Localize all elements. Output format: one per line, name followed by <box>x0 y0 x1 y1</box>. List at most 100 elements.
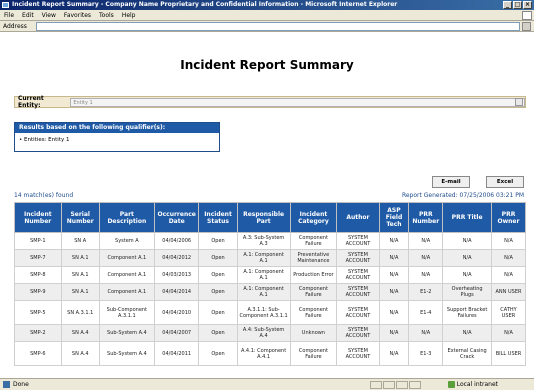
current-entity-row: Current Entity: Entity 1 <box>14 95 526 109</box>
close-button[interactable]: × <box>523 1 532 9</box>
cell-prr-owner: N/A <box>491 249 526 267</box>
cell-occurrence-date: 04/04/2014 <box>153 283 200 301</box>
table-row: SMP-9 SN A.1 Component A.1 04/04/2014 Op… <box>14 283 526 301</box>
col-author[interactable]: Author <box>336 202 380 233</box>
cell-responsible-part: A.1: Component A.1 <box>236 249 291 267</box>
cell-asp-field-tech: N/A <box>378 232 410 250</box>
cell-incident-status: Open <box>198 249 238 267</box>
cell-prr-number: N/A <box>408 266 444 284</box>
address-input[interactable] <box>36 22 520 31</box>
page-done-icon <box>3 381 10 388</box>
cell-incident-number[interactable]: SMP-2 <box>14 324 62 342</box>
cell-part-description: Sub-System A.4 <box>98 324 155 342</box>
table-header-row: Incident Number Serial Number Part Descr… <box>14 202 526 233</box>
qualifier-item-text: Entities: Entity 1 <box>24 137 70 143</box>
qualifier-item: • Entities: Entity 1 <box>19 137 70 143</box>
cell-prr-title: N/A <box>442 232 492 250</box>
cell-incident-status: Open <box>198 283 238 301</box>
status-text: Done <box>13 381 29 388</box>
cell-serial-number: SN A.1 <box>60 283 100 301</box>
cell-prr-title: N/A <box>442 266 492 284</box>
cell-asp-field-tech: N/A <box>378 324 410 342</box>
cell-prr-owner: N/A <box>491 232 526 250</box>
col-occurrence-date[interactable]: Occurrence Date <box>153 202 200 233</box>
cell-incident-number[interactable]: SMP-1 <box>14 232 62 250</box>
cell-incident-number[interactable]: SMP-9 <box>14 283 62 301</box>
cell-asp-field-tech: N/A <box>378 341 410 366</box>
cell-serial-number: SN A.1 <box>60 249 100 267</box>
col-incident-number[interactable]: Incident Number <box>14 202 62 233</box>
cell-part-description: Sub-System A.4 <box>98 341 155 366</box>
email-button[interactable]: E-mail <box>432 176 470 188</box>
cell-responsible-part: A.3: Sub-System A.3 <box>236 232 291 250</box>
report-generated: Report Generated: 07/25/2006 03:21 PM <box>401 192 524 199</box>
col-incident-status[interactable]: Incident Status <box>198 202 238 233</box>
cell-responsible-part: A.4: Sub-System A.4 <box>236 324 291 342</box>
cell-author: SYSTEM ACCOUNT <box>336 300 380 325</box>
excel-button[interactable]: Excel <box>486 176 524 188</box>
col-prr-title[interactable]: PRR Title <box>442 202 492 233</box>
menu-favorites[interactable]: Favorites <box>64 12 91 19</box>
col-asp-field-tech[interactable]: ASP Field Tech <box>378 202 410 233</box>
menu-help[interactable]: Help <box>122 12 136 19</box>
col-responsible-part[interactable]: Responsible Part <box>236 202 291 233</box>
cell-prr-title: N/A <box>442 249 492 267</box>
menu-edit[interactable]: Edit <box>22 12 34 19</box>
cell-responsible-part: A.1: Component A.1 <box>236 283 291 301</box>
menu-bar: File Edit View Favorites Tools Help <box>0 10 534 21</box>
cell-incident-category: Component Failure <box>289 300 338 325</box>
page-viewport: Incident Report Summary Current Entity: … <box>0 32 534 378</box>
cell-incident-category: Component Failure <box>289 283 338 301</box>
cell-prr-owner: BILL USER <box>491 341 526 366</box>
cell-prr-owner: CATHY USER <box>491 300 526 325</box>
entity-scroll-icon[interactable] <box>515 98 523 106</box>
col-incident-category[interactable]: Incident Category <box>289 202 338 233</box>
menu-view[interactable]: View <box>42 12 56 19</box>
cell-incident-number[interactable]: SMP-5 <box>14 300 62 325</box>
cell-prr-number[interactable]: E1-3 <box>408 341 444 366</box>
cell-incident-number[interactable]: SMP-7 <box>14 249 62 267</box>
cell-incident-category: Unknown <box>289 324 338 342</box>
cell-prr-title: N/A <box>442 324 492 342</box>
cell-occurrence-date: 04/04/2006 <box>153 232 200 250</box>
menu-tools[interactable]: Tools <box>99 12 114 19</box>
minimize-button[interactable]: _ <box>503 1 512 9</box>
menu-file[interactable]: File <box>4 12 14 19</box>
window-controls: _ □ × <box>503 1 532 9</box>
current-entity-field[interactable]: Entity 1 <box>70 97 525 107</box>
qualifier-panel: Results based on the following qualifier… <box>14 122 220 152</box>
cell-prr-number: N/A <box>408 232 444 250</box>
col-prr-owner[interactable]: PRR Owner <box>491 202 526 233</box>
table-row: SMP-8 SN A.1 Component A.1 04/03/2013 Op… <box>14 266 526 284</box>
col-part-description[interactable]: Part Description <box>98 202 155 233</box>
cell-responsible-part: A.3.1.1: Sub-Component A.3.1.1 <box>236 300 291 325</box>
address-dropdown-icon[interactable] <box>522 22 531 31</box>
cell-prr-number[interactable]: E1-4 <box>408 300 444 325</box>
cell-incident-category: Component Failure <box>289 232 338 250</box>
col-serial-number[interactable]: Serial Number <box>60 202 100 233</box>
page-title: Incident Report Summary <box>180 58 354 72</box>
cell-incident-status: Open <box>198 341 238 366</box>
table-row: SMP-1 SN A System A 04/04/2006 Open A.3:… <box>14 232 526 250</box>
status-pane <box>409 381 421 389</box>
cell-incident-number[interactable]: SMP-8 <box>14 266 62 284</box>
cell-asp-field-tech: N/A <box>378 266 410 284</box>
match-count: 14 match(es) found <box>14 192 74 199</box>
cell-prr-number: N/A <box>408 249 444 267</box>
maximize-button[interactable]: □ <box>513 1 522 9</box>
cell-incident-category: Component Failure <box>289 341 338 366</box>
ie-logo-icon <box>522 11 532 20</box>
cell-prr-number[interactable]: E1-2 <box>408 283 444 301</box>
cell-incident-number[interactable]: SMP-6 <box>14 341 62 366</box>
current-entity-label: Current Entity: <box>18 95 44 109</box>
status-bar: Done Local intranet <box>0 378 534 390</box>
cell-prr-title: Support Bracket Failures <box>442 300 492 325</box>
status-pane <box>396 381 408 389</box>
status-pane <box>383 381 395 389</box>
cell-part-description: System A <box>98 232 155 250</box>
cell-serial-number: SN A <box>60 232 100 250</box>
cell-occurrence-date: 04/04/2012 <box>153 249 200 267</box>
col-prr-number[interactable]: PRR Number <box>408 202 444 233</box>
status-pane <box>370 381 382 389</box>
address-label: Address <box>3 22 27 30</box>
